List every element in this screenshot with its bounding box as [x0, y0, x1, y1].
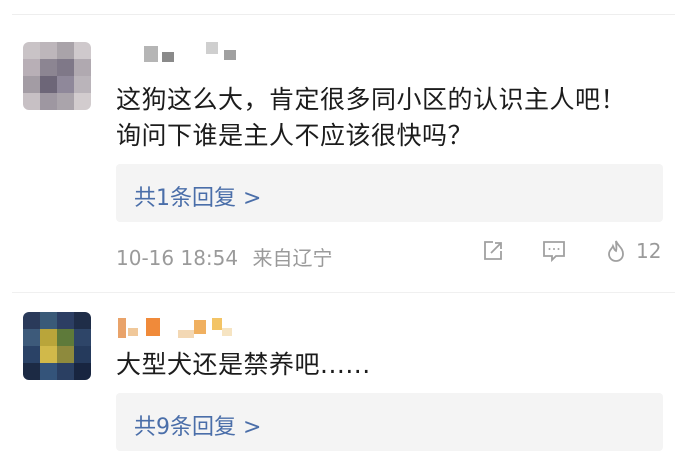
comment-location: 来自辽宁: [252, 246, 333, 270]
view-replies-label: 共1条回复 >: [134, 186, 262, 211]
view-replies-button[interactable]: 共9条回复 >: [116, 393, 663, 451]
comment-text: 大型犬还是禁养吧......: [116, 347, 676, 383]
username-pixelated[interactable]: [116, 314, 246, 338]
like-icon: [608, 240, 624, 262]
comment-text-line-1: 大型犬还是禁养吧......: [116, 350, 371, 379]
share-icon: [484, 241, 502, 260]
comment-text-line-2: 询问下谁是主人不应该很快吗？: [116, 121, 474, 150]
comment-icon: [543, 241, 565, 263]
top-divider: [12, 14, 675, 15]
like-count: 12: [636, 239, 662, 263]
username-pixelated[interactable]: [116, 40, 246, 64]
view-replies-label: 共9条回复 >: [134, 415, 262, 440]
view-replies-button[interactable]: 共1条回复 >: [116, 164, 663, 222]
comment-text: 这狗这么大，肯定很多同小区的认识主人吧！ 询问下谁是主人不应该很快吗？: [116, 82, 676, 154]
comment-button[interactable]: [540, 238, 568, 264]
comment-meta: 10-16 18:54 来自辽宁: [116, 242, 340, 271]
avatar[interactable]: [23, 42, 91, 110]
like-button[interactable]: 12: [604, 238, 661, 264]
comment-divider: [12, 292, 675, 293]
share-button[interactable]: [480, 238, 506, 264]
comment-date: 10-16 18:54: [116, 246, 239, 270]
avatar[interactable]: [23, 312, 91, 380]
comment-text-line-1: 这狗这么大，肯定很多同小区的认识主人吧！: [116, 85, 627, 114]
